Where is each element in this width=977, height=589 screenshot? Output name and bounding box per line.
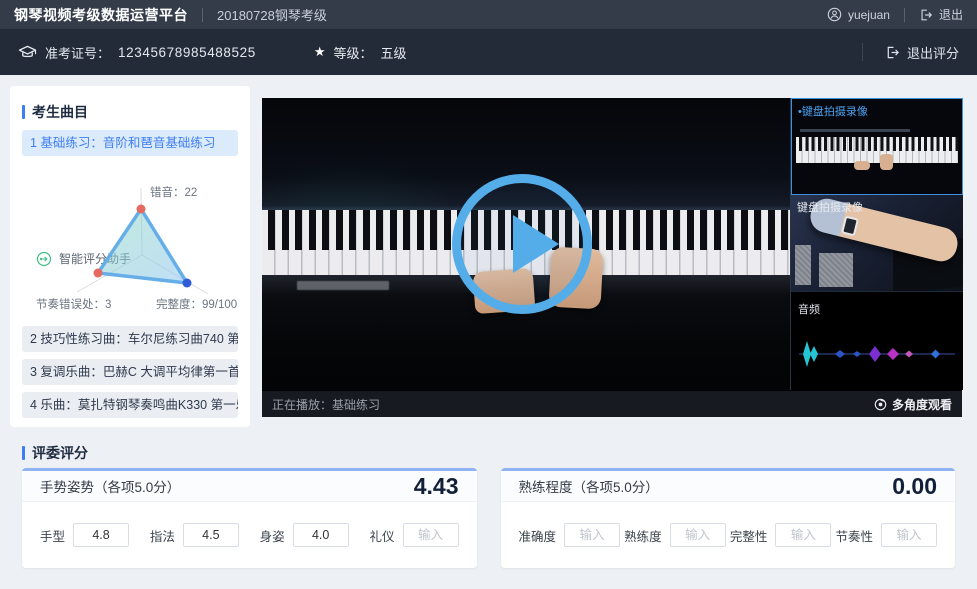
field-posture-input[interactable] — [293, 523, 349, 547]
radar-axis-wrong-notes: 错音：22 — [150, 184, 197, 200]
logout-label: 退出 — [939, 6, 963, 23]
field-accuracy: 准确度 — [519, 523, 621, 547]
field-rhythm: 节奏性 — [835, 523, 937, 547]
playlist-header: 考生曲目 — [22, 102, 88, 122]
header-divider — [202, 8, 203, 22]
audio-section[interactable]: 音频 — [791, 291, 963, 390]
field-fingering-input[interactable] — [183, 523, 239, 547]
section-accent-bar — [22, 105, 25, 119]
score-card-proficiency-fields: 准确度 熟练度 完整性 节奏性 — [501, 502, 956, 568]
playlist-item-2[interactable]: 2 技巧性练习曲：车尔尼练习曲740 第一首 — [22, 326, 238, 352]
score-card-gesture: 手势姿势（各项5.0分） 4.43 手型 指法 身姿 礼仪 — [22, 468, 477, 568]
radar-axis-rhythm-errors: 节奏错误处：3 — [36, 296, 111, 312]
field-rhythm-label: 节奏性 — [835, 526, 873, 545]
field-accuracy-label: 准确度 — [519, 526, 557, 545]
field-proficiency: 熟练度 — [624, 523, 726, 547]
judge-scoring-label: 评委评分 — [32, 443, 88, 463]
thumbnail-keyboard-side-view[interactable]: 键盘拍摄录像 — [791, 195, 963, 291]
field-completeness-label: 完整性 — [730, 526, 768, 545]
score-card-gesture-total: 4.43 — [414, 473, 459, 500]
audio-waveform — [797, 334, 957, 374]
ticket-number: 12345678985488525 — [118, 45, 256, 60]
session-title: 20180728钢琴考级 — [217, 5, 327, 24]
radar-chart — [22, 182, 238, 298]
score-card-proficiency-header: 熟练程度（各项5.0分） 0.00 — [501, 471, 956, 502]
app-header: 钢琴视频考级数据运营平台 20180728钢琴考级 yuejuan 退出 — [0, 0, 977, 29]
field-hand-shape-label: 手型 — [40, 526, 65, 545]
field-etiquette-label: 礼仪 — [369, 526, 394, 545]
radar-axis-completeness: 完整度：99/100 — [156, 296, 237, 312]
thumb1-black-keys — [796, 137, 958, 151]
playlist-item-3[interactable]: 3 复调乐曲：巴赫C 大调平均律第一首前奏曲 — [22, 359, 238, 385]
playlist-item-4[interactable]: 4 乐曲：莫扎特钢琴奏鸣曲K330 第一乐章 — [22, 392, 238, 418]
level-group: ★ 等级： 五级 — [314, 43, 407, 62]
thumb1-hand-left — [854, 161, 870, 170]
exam-info-bar: 准考证号： 12345678985488525 ★ 等级： 五级 退出评分 — [0, 29, 977, 75]
score-card-gesture-fields: 手型 指法 身姿 礼仪 — [22, 502, 477, 568]
score-card-proficiency-total: 0.00 — [892, 473, 937, 500]
candidate-playlist-panel: 考生曲目 1 基础练习：音阶和琶音基础练习 智能评分助手 错音： — [10, 86, 250, 427]
logout-icon — [919, 8, 933, 22]
multi-angle-button[interactable]: 多角度观看 — [874, 396, 952, 413]
piano-label-strip — [297, 281, 389, 290]
subbar-divider — [862, 43, 863, 61]
playlist-item-1[interactable]: 1 基础练习：音阶和琶音基础练习 — [22, 130, 238, 156]
multi-angle-icon — [874, 398, 887, 411]
score-card-gesture-title: 手势姿势（各项5.0分） — [40, 476, 180, 496]
field-completeness-input[interactable] — [775, 523, 831, 547]
field-etiquette-input[interactable] — [403, 523, 459, 547]
thumbnail1-label: •键盘拍摄录像 — [798, 103, 868, 119]
angle-thumbnails-column: •键盘拍摄录像 键盘拍摄录像 音频 — [790, 98, 962, 390]
multi-angle-label: 多角度观看 — [892, 396, 952, 413]
header-divider-2 — [904, 8, 905, 22]
field-fingering-label: 指法 — [150, 526, 175, 545]
field-posture-label: 身姿 — [260, 526, 285, 545]
now-playing: 正在播放：基础练习 — [272, 396, 380, 413]
exit-scoring-button[interactable]: 退出评分 — [885, 43, 959, 62]
thumbnail-keyboard-top-view[interactable]: •键盘拍摄录像 — [791, 98, 963, 195]
logout-button[interactable]: 退出 — [919, 6, 963, 23]
graduation-cap-icon — [18, 44, 37, 61]
field-fingering: 指法 — [150, 523, 239, 547]
score-card-proficiency-title: 熟练程度（各项5.0分） — [519, 476, 659, 496]
field-proficiency-label: 熟练度 — [624, 526, 662, 545]
level-label: 等级： — [334, 43, 373, 62]
field-completeness: 完整性 — [730, 523, 832, 547]
exit-scoring-label: 退出评分 — [907, 43, 959, 62]
user-menu[interactable]: yuejuan — [827, 7, 890, 22]
field-hand-shape: 手型 — [40, 523, 129, 547]
app-title: 钢琴视频考级数据运营平台 — [14, 5, 188, 25]
scoring-cards: 手势姿势（各项5.0分） 4.43 手型 指法 身姿 礼仪 熟练程度（各项 — [22, 468, 955, 568]
section-accent-bar-2 — [22, 446, 25, 460]
audio-label: 音频 — [798, 301, 820, 317]
thumb1-hand-right — [880, 154, 893, 170]
field-proficiency-input[interactable] — [670, 523, 726, 547]
play-button[interactable] — [452, 174, 592, 314]
thumb1-music-stand — [800, 129, 910, 132]
video-player: •键盘拍摄录像 键盘拍摄录像 音频 — [262, 98, 962, 417]
level-value: 五级 — [381, 43, 407, 62]
ticket-label: 准考证号： — [45, 43, 110, 62]
star-icon: ★ — [314, 44, 326, 60]
playlist-header-label: 考生曲目 — [32, 102, 88, 122]
exit-scoring-icon — [885, 45, 900, 60]
thumbnail2-label: 键盘拍摄录像 — [797, 199, 863, 215]
field-accuracy-input[interactable] — [564, 523, 620, 547]
play-icon — [513, 215, 559, 273]
user-icon — [827, 7, 842, 22]
thumb2-texture-block-2 — [819, 253, 853, 287]
field-hand-shape-input[interactable] — [73, 523, 129, 547]
main-video-view[interactable] — [262, 98, 790, 390]
field-etiquette: 礼仪 — [369, 523, 458, 547]
video-status-bar: 正在播放：基础练习 多角度观看 — [262, 390, 962, 417]
ticket-group: 准考证号： 12345678985488525 — [18, 43, 256, 62]
score-card-gesture-header: 手势姿势（各项5.0分） 4.43 — [22, 471, 477, 502]
field-rhythm-input[interactable] — [881, 523, 937, 547]
score-card-proficiency: 熟练程度（各项5.0分） 0.00 准确度 熟练度 完整性 节奏性 — [501, 468, 956, 568]
thumb2-texture-block-1 — [795, 245, 811, 285]
username-label: yuejuan — [848, 8, 890, 22]
field-posture: 身姿 — [260, 523, 349, 547]
judge-scoring-header: 评委评分 — [22, 443, 88, 463]
